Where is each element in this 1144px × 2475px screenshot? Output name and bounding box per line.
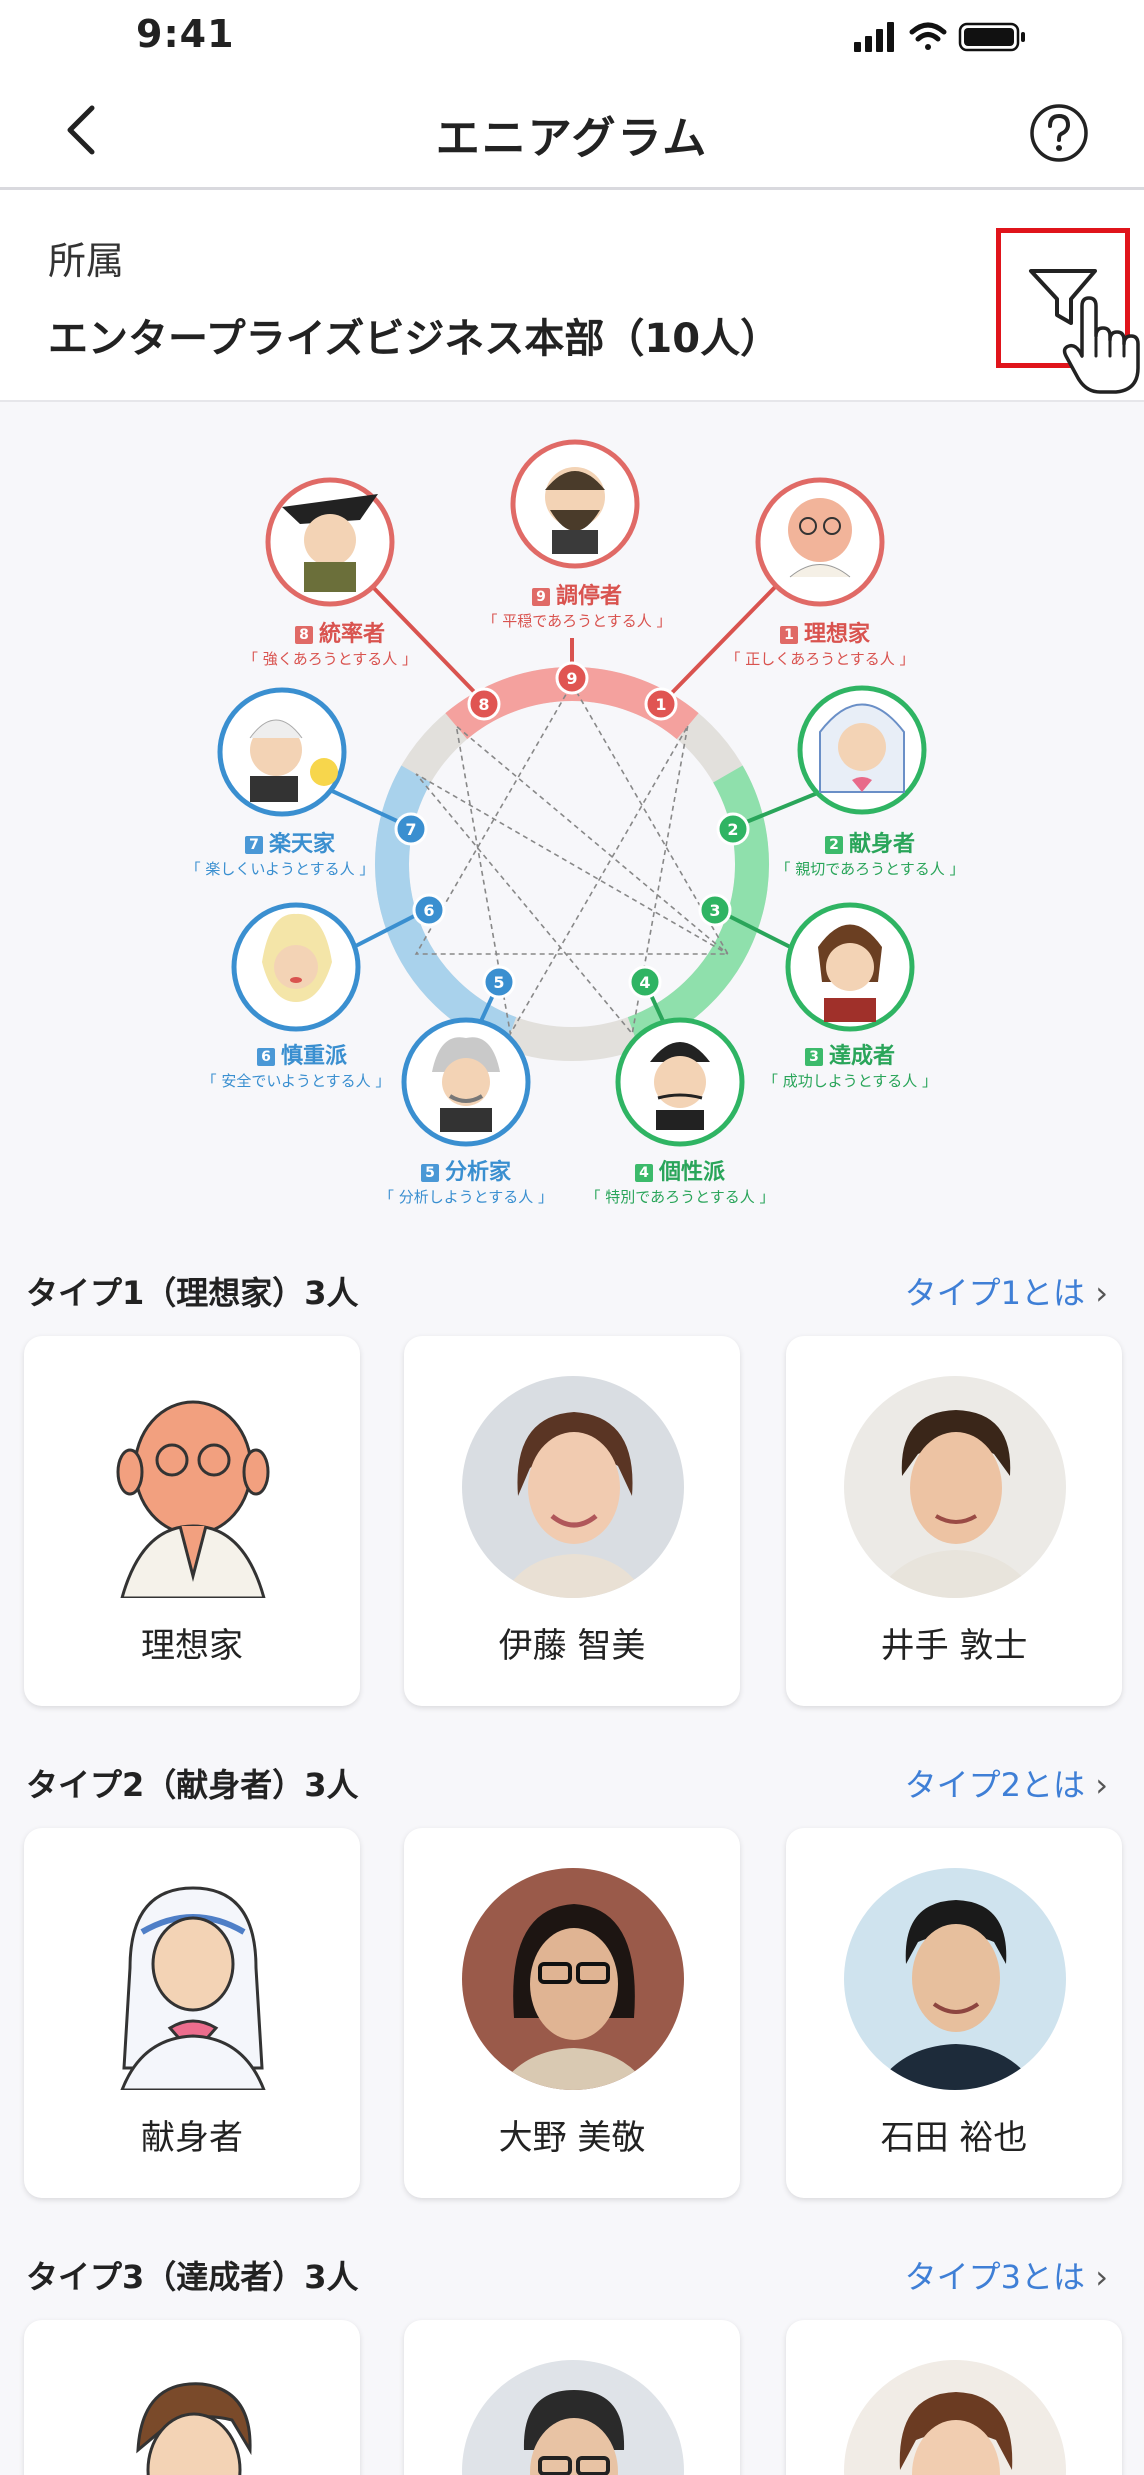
section-title: タイプ3（達成者）3人 [26,2258,359,2296]
member-name: 伊藤 智美 [498,1626,646,1666]
type-5-desc: 「 分析しようとする人 」 [378,1188,554,1206]
chevron-right-icon: › [1095,1274,1108,1312]
type-5-label: 5 分析家 [386,1154,546,1186]
node-8: 8 [467,687,501,721]
type-9-desc: 「 平穏であろうとする人 」 [482,612,672,630]
avatar-5-icon [401,1017,531,1147]
battery-icon [958,22,1025,52]
avatar-3-icon [785,902,915,1032]
page-title: エニアグラム [435,113,709,164]
section-type2-header: タイプ2（献身者）3人 タイプ2とは › [0,1744,1144,1814]
type-4-label: 4 個性派 [600,1154,760,1186]
type-9-label: 9 調停者 [497,578,657,610]
avatar-1-icon [755,477,885,607]
achiever-illustration-icon [136,2382,252,2475]
type2-about-link[interactable]: タイプ2とは › [905,1760,1108,1806]
type1-about-link[interactable]: タイプ1とは › [905,1268,1108,1314]
type-3-label: 3 達成者 [770,1038,930,1070]
member-photo-icon [844,1376,1066,1598]
node-7: 7 [394,812,428,846]
member-card[interactable] [404,2320,740,2475]
svg-text:4: 4 [639,973,650,992]
chevron-right-icon: › [1095,1766,1108,1804]
member-card[interactable]: 理想家 [24,1336,360,1706]
idealist-illustration-icon [116,1400,270,1598]
help-button[interactable] [1028,102,1090,164]
member-photo-icon [462,1868,684,2090]
svg-text:9: 9 [566,669,577,688]
member-photo-icon [462,2360,684,2475]
chevron-right-icon: › [1095,2258,1108,2296]
department-panel: 所属 エンタープライズビジネス本部（10人） [0,190,1144,402]
status-bar: 9:41 [0,0,1144,74]
status-icons [854,22,1025,52]
type-8-label: 8 統率者 [260,616,420,648]
svg-text:7: 7 [405,820,416,839]
svg-text:3: 3 [709,901,720,920]
avatar-9-icon [510,439,640,569]
type3-about-link[interactable]: タイプ3とは › [905,2252,1108,2298]
type-2-label: 2 献身者 [790,826,950,858]
member-card[interactable]: 石田 裕也 [786,1828,1122,2198]
member-card[interactable] [786,2320,1122,2475]
avatar-6-icon [231,902,361,1032]
avatar-8-icon [265,477,395,607]
type-1-label: 1 理想家 [745,616,905,648]
member-photo-icon [844,2360,1066,2475]
avatar-2-icon [797,685,927,815]
department-label: 所属 [48,239,125,283]
hand-pointer-icon [1062,296,1140,394]
devotee-illustration-icon [120,1886,266,2090]
nav-bar: エニアグラム [0,74,1144,190]
section-title: タイプ2（献身者）3人 [26,1766,359,1804]
section-type3-header: タイプ3（達成者）3人 タイプ3とは › [0,2236,1144,2306]
node-1: 1 [644,687,678,721]
member-name: 大野 美敬 [498,2118,646,2158]
type-1-desc: 「 正しくあろうとする人 」 [725,650,915,668]
type-8-desc: 「 強くあろうとする人 」 [242,650,418,668]
section-title: タイプ1（理想家）3人 [26,1274,359,1312]
department-name: エンタープライズビジネス本部（10人） [48,316,781,362]
member-card[interactable]: 大野 美敬 [404,1828,740,2198]
svg-text:2: 2 [727,820,738,839]
node-5: 5 [482,965,516,999]
svg-text:6: 6 [423,901,434,920]
section-type1-header: タイプ1（理想家）3人 タイプ1とは › [0,1252,1144,1322]
node-6: 6 [412,893,446,927]
avatar-7-icon [217,687,347,817]
member-card[interactable]: 献身者 [24,1828,360,2198]
node-3: 3 [698,893,732,927]
node-9: 9 [555,661,589,695]
member-photo-icon [462,1376,684,1598]
type-7-label: 7 楽天家 [210,826,370,858]
svg-text:1: 1 [655,695,666,714]
member-card[interactable] [24,2320,360,2475]
signal-icon [854,22,894,52]
svg-text:8: 8 [478,695,489,714]
svg-text:5: 5 [493,973,504,992]
avatar-4-icon [615,1017,745,1147]
type-7-desc: 「 楽しくいようとする人 」 [185,860,375,878]
member-card[interactable]: 井手 敦士 [786,1336,1122,1706]
node-2: 2 [716,812,750,846]
type-6-desc: 「 安全でいようとする人 」 [201,1072,391,1090]
type-4-desc: 「 特別であろうとする人 」 [585,1188,775,1206]
enneagram-svg: 9 1 8 2 3 4 5 6 7 [217,439,927,1147]
enneagram-diagram: 9 1 8 2 3 4 5 6 7 9 調停者 「 平穏であろうとする人 」 1理… [0,402,1144,1222]
type-6-label: 6 慎重派 [222,1038,382,1070]
member-name: 献身者 [141,2118,243,2158]
member-name: 理想家 [141,1626,243,1666]
member-name: 井手 敦士 [880,1626,1028,1666]
status-time: 9:41 [136,12,235,56]
question-circle-icon [1030,104,1088,162]
type-2-desc: 「 親切であろうとする人 」 [775,860,965,878]
member-photo-icon [844,1868,1066,2090]
type-3-desc: 「 成功しようとする人 」 [762,1072,938,1090]
node-4: 4 [628,965,662,999]
member-card[interactable]: 伊藤 智美 [404,1336,740,1706]
wifi-icon [909,22,947,50]
member-name: 石田 裕也 [880,2118,1028,2158]
